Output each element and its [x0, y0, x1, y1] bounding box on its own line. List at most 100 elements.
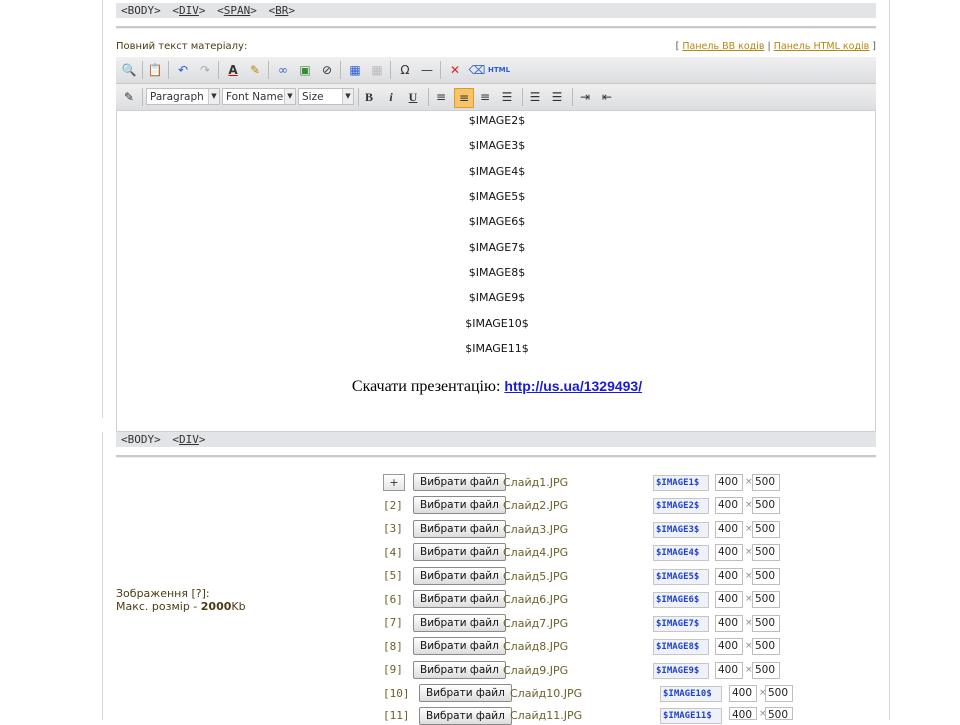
- editor-line: $IMAGE10$: [465, 317, 529, 330]
- width-input[interactable]: 400: [715, 497, 743, 514]
- height-input[interactable]: 500: [752, 568, 780, 585]
- width-input[interactable]: 400: [715, 568, 743, 585]
- remove-format-icon[interactable]: ✕: [446, 61, 464, 79]
- height-input[interactable]: 500: [752, 615, 780, 632]
- choose-file-button[interactable]: Вибрати файл: [413, 543, 506, 561]
- cleanup-icon[interactable]: ⌫: [468, 61, 486, 79]
- choose-file-button[interactable]: Вибрати файл: [413, 496, 506, 514]
- height-input[interactable]: 500: [765, 707, 793, 721]
- height-input[interactable]: 500: [765, 685, 793, 702]
- path-tag-span[interactable]: SPAN: [224, 4, 251, 17]
- height-input[interactable]: 500: [752, 591, 780, 608]
- ordered-list-icon[interactable]: ☰: [526, 88, 544, 106]
- paste-icon[interactable]: 📋: [146, 61, 164, 79]
- path-tag-div[interactable]: DIV: [179, 433, 199, 446]
- outdent-icon[interactable]: ⇤: [598, 88, 616, 106]
- image-code[interactable]: $IMAGE4$: [653, 545, 709, 561]
- unordered-list-icon[interactable]: ☰: [548, 88, 566, 106]
- choose-file-button[interactable]: Вибрати файл: [413, 614, 506, 632]
- path-tag-div[interactable]: DIV: [179, 4, 199, 17]
- image-code[interactable]: $IMAGE6$: [653, 592, 709, 608]
- choose-file-button[interactable]: Вибрати файл: [413, 473, 506, 491]
- align-justify-icon[interactable]: ☰: [498, 88, 516, 106]
- height-input[interactable]: 500: [752, 497, 780, 514]
- file-name: Слайд2.JPG: [503, 499, 569, 512]
- editor-line: $IMAGE5$: [468, 190, 526, 203]
- panel-switcher: [ Панель BB кодів | Панель HTML кодів ]: [675, 41, 876, 52]
- choose-file-button[interactable]: Вибрати файл: [413, 661, 506, 679]
- width-input[interactable]: 400: [729, 685, 757, 702]
- paragraph-format-select[interactable]: Paragraph ▼: [146, 88, 220, 105]
- choose-file-button[interactable]: Вибрати файл: [413, 637, 506, 655]
- path-tag-body[interactable]: BODY: [128, 433, 155, 446]
- highlight-icon[interactable]: ✎: [246, 61, 264, 79]
- width-input[interactable]: 400: [715, 544, 743, 561]
- width-input[interactable]: 400: [715, 591, 743, 608]
- align-left-icon[interactable]: ≡: [432, 88, 450, 106]
- choose-file-button[interactable]: Вибрати файл: [419, 707, 512, 725]
- horizontal-rule-icon[interactable]: —: [418, 61, 436, 79]
- link-icon[interactable]: ∞: [274, 61, 292, 79]
- image-code[interactable]: $IMAGE8$: [653, 639, 709, 655]
- font-size-select[interactable]: Size ▼: [298, 88, 354, 105]
- image-code[interactable]: $IMAGE9$: [653, 663, 709, 679]
- italic-icon[interactable]: i: [382, 88, 400, 106]
- editor-toolbar-1: 🔍 📋 ↶ ↷ A ✎ ∞ ▣ ⊘ ▦ ▦ Ω — ✕ ⌫ HTML: [116, 57, 876, 84]
- table-icon[interactable]: ▦: [346, 61, 364, 79]
- image-code[interactable]: $IMAGE11$: [660, 708, 722, 724]
- width-input[interactable]: 400: [715, 521, 743, 538]
- toolbar-separator: [168, 61, 169, 79]
- height-input[interactable]: 500: [752, 638, 780, 655]
- image-code[interactable]: $IMAGE5$: [653, 569, 709, 585]
- align-right-icon[interactable]: ≡: [476, 88, 494, 106]
- editor-content-area[interactable]: $IMAGE2$ $IMAGE3$ $IMAGE4$ $IMAGE5$ $IMA…: [116, 110, 876, 432]
- element-path-bar-top: <BODY> <DIV> <SPAN> <BR>: [116, 3, 876, 18]
- toolbar-separator: [142, 88, 143, 106]
- table-props-icon[interactable]: ▦: [368, 61, 386, 79]
- path-tag-body[interactable]: BODY: [128, 4, 155, 17]
- image-code[interactable]: $IMAGE10$: [660, 686, 722, 702]
- font-name-select[interactable]: Font Name ▼: [222, 88, 296, 105]
- download-text: Скачати презентацію:: [351, 378, 501, 395]
- image-code[interactable]: $IMAGE3$: [653, 522, 709, 538]
- max-size-label: Макс. розмір - 2000Kb: [116, 600, 246, 613]
- width-input[interactable]: 400: [715, 638, 743, 655]
- width-input[interactable]: 400: [715, 615, 743, 632]
- choose-file-button[interactable]: Вибрати файл: [419, 684, 512, 702]
- width-input[interactable]: 400: [715, 474, 743, 491]
- choose-file-button[interactable]: Вибрати файл: [413, 567, 506, 585]
- height-input[interactable]: 500: [752, 521, 780, 538]
- width-input[interactable]: 400: [729, 707, 757, 721]
- file-name: Слайд8.JPG: [503, 640, 569, 653]
- image-icon[interactable]: ▣: [296, 61, 314, 79]
- undo-icon[interactable]: ↶: [174, 61, 192, 79]
- height-input[interactable]: 500: [752, 544, 780, 561]
- html-panel-link[interactable]: Панель HTML кодів: [774, 41, 870, 52]
- height-input[interactable]: 500: [752, 474, 780, 491]
- redo-icon[interactable]: ↷: [196, 61, 214, 79]
- image-code[interactable]: $IMAGE7$: [653, 616, 709, 632]
- add-image-button[interactable]: +: [383, 474, 405, 491]
- bb-panel-link[interactable]: Панель BB кодів: [682, 41, 764, 52]
- height-input[interactable]: 500: [752, 662, 780, 679]
- width-input[interactable]: 400: [715, 662, 743, 679]
- bold-icon[interactable]: B: [360, 88, 378, 106]
- chevron-down-icon: ▼: [284, 89, 295, 104]
- image-code[interactable]: $IMAGE1$: [653, 475, 709, 491]
- download-link[interactable]: http://us.ua/1329493/: [504, 378, 642, 394]
- align-center-icon[interactable]: ≡: [454, 88, 474, 108]
- indent-icon[interactable]: ⇥: [576, 88, 594, 106]
- file-name: Слайд4.JPG: [503, 546, 569, 559]
- choose-file-button[interactable]: Вибрати файл: [413, 520, 506, 538]
- find-icon[interactable]: 🔍: [120, 61, 138, 79]
- html-source-icon[interactable]: HTML: [488, 61, 510, 79]
- toolbar-separator: [390, 61, 391, 79]
- path-tag-br[interactable]: BR: [275, 4, 288, 17]
- special-char-icon[interactable]: Ω: [396, 61, 414, 79]
- choose-file-button[interactable]: Вибрати файл: [413, 590, 506, 608]
- image-code[interactable]: $IMAGE2$: [653, 498, 709, 514]
- text-color-icon[interactable]: A: [224, 61, 242, 79]
- edit-style-icon[interactable]: ✎: [120, 88, 138, 106]
- unlink-icon[interactable]: ⊘: [318, 61, 336, 79]
- underline-icon[interactable]: U: [404, 88, 422, 106]
